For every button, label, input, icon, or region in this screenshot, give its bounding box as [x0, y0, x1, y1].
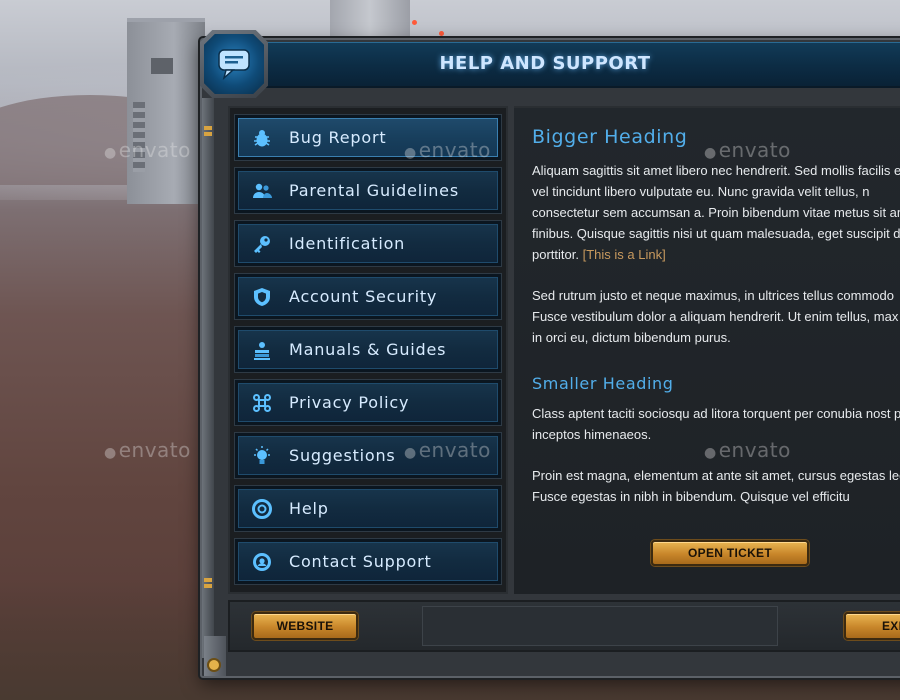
beacon-light: [439, 31, 444, 36]
menu-item-label: Suggestions: [289, 446, 396, 465]
corner-bolt: [204, 636, 226, 676]
key-icon: [249, 231, 275, 257]
content-paragraph: Sed rutrum justo et neque maximus, in ul…: [532, 288, 900, 345]
menu-item-privacy-policy[interactable]: Privacy Policy: [234, 379, 502, 426]
inline-link[interactable]: [This is a Link]: [583, 247, 666, 262]
menu-item-manuals-guides[interactable]: Manuals & Guides: [234, 326, 502, 373]
watermark: ● envato: [104, 438, 191, 462]
content-pane: Bigger Heading Aliquam sagittis sit amet…: [514, 106, 900, 594]
open-ticket-button[interactable]: OPEN TICKET: [651, 540, 809, 566]
menu-item-label: Privacy Policy: [289, 393, 410, 412]
command-icon: [249, 390, 275, 416]
footer-segment: [422, 606, 778, 646]
menu-item-label: Account Security: [289, 287, 438, 306]
menu-item-help[interactable]: Help: [234, 485, 502, 532]
support-menu: Bug Report Parental Guidelines Identific…: [228, 106, 508, 594]
watermark: ● envato: [404, 138, 491, 162]
menu-item-label: Identification: [289, 234, 406, 253]
shield-icon: [249, 284, 275, 310]
menu-item-label: Manuals & Guides: [289, 340, 447, 359]
content-paragraph: Proin est magna, elementum at ante sit a…: [532, 468, 900, 504]
menu-item-parental-guidelines[interactable]: Parental Guidelines: [234, 167, 502, 214]
people-icon: [249, 178, 275, 204]
menu-item-contact-support[interactable]: Contact Support: [234, 538, 502, 585]
watermark: ● envato: [704, 438, 791, 462]
bug-icon: [249, 125, 275, 151]
storage-tank: [330, 0, 410, 40]
content-paragraph: Aliquam sagittis sit amet libero nec hen…: [532, 160, 900, 265]
menu-item-identification[interactable]: Identification: [234, 220, 502, 267]
title-bar: HELP AND SUPPORT: [264, 42, 900, 88]
help-support-window: HELP AND SUPPORT Bug Report Parental Gui…: [200, 30, 900, 678]
watermark: ● envato: [704, 138, 791, 162]
menu-item-label: Contact Support: [289, 552, 432, 571]
chat-emblem: [200, 30, 268, 98]
watermark: ● envato: [104, 138, 191, 162]
manual-icon: [249, 337, 275, 363]
headset-icon: [249, 549, 275, 575]
menu-item-label: Bug Report: [289, 128, 387, 147]
outpost-tower: [127, 18, 205, 204]
menu-item-label: Help: [289, 499, 329, 518]
menu-item-account-security[interactable]: Account Security: [234, 273, 502, 320]
chat-icon: [218, 49, 250, 81]
menu-item-label: Parental Guidelines: [289, 181, 459, 200]
lightbulb-icon: [249, 443, 275, 469]
website-button[interactable]: WEBSITE: [252, 612, 358, 640]
lifebuoy-icon: [249, 496, 275, 522]
content-subheading: Smaller Heading: [532, 374, 674, 393]
exit-button[interactable]: EXI: [844, 612, 900, 640]
side-rail: [202, 98, 214, 658]
beacon-light: [412, 20, 417, 25]
footer-bar: WEBSITE EXI: [228, 600, 900, 652]
window-title: HELP AND SUPPORT: [439, 53, 651, 74]
watermark: ● envato: [404, 438, 491, 462]
